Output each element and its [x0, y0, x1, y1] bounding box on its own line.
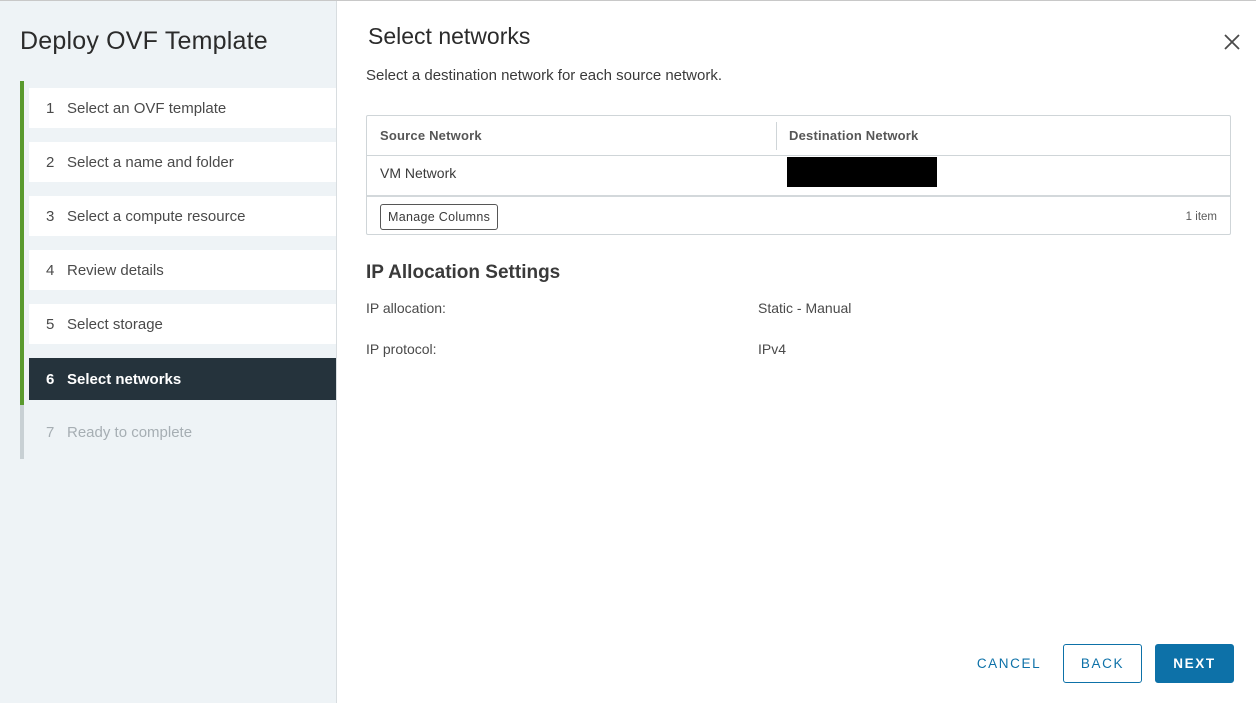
close-icon[interactable]: [1221, 31, 1243, 53]
step-label: Select an OVF template: [67, 99, 227, 117]
network-datagrid: Source Network Destination Network VM Ne…: [366, 115, 1231, 235]
column-header-destination-network[interactable]: Destination Network: [789, 128, 918, 143]
datagrid-footer: Manage Columns 1 item: [367, 199, 1230, 235]
step-number: 3: [46, 207, 55, 225]
cancel-button[interactable]: CANCEL: [968, 644, 1050, 683]
step-card[interactable]: 6 Select networks: [29, 358, 336, 400]
ip-allocation-value: Static - Manual: [758, 300, 852, 316]
step-ready-to-complete: 7 Ready to complete: [20, 405, 336, 459]
ip-protocol-value: IPv4: [758, 341, 787, 357]
step-select-ovf-template[interactable]: 1 Select an OVF template: [20, 81, 336, 135]
step-number: 4: [46, 261, 55, 279]
ip-allocation-label: IP allocation:: [366, 300, 446, 316]
step-card[interactable]: 1 Select an OVF template: [29, 88, 336, 128]
step-progress-bar: [20, 81, 24, 135]
step-label: Select networks: [67, 370, 182, 388]
next-button[interactable]: NEXT: [1155, 644, 1234, 683]
source-network-cell: VM Network: [380, 165, 457, 181]
step-number: 7: [46, 423, 55, 441]
step-progress-bar: [20, 189, 24, 243]
step-card: 7 Ready to complete: [29, 412, 336, 452]
step-card[interactable]: 4 Review details: [29, 250, 336, 290]
step-progress-bar: [20, 405, 24, 459]
step-label: Select a name and folder: [67, 153, 234, 171]
item-count: 1 item: [1185, 211, 1217, 223]
step-label: Ready to complete: [67, 423, 193, 441]
manage-columns-button[interactable]: Manage Columns: [380, 204, 499, 230]
close-button[interactable]: [1221, 31, 1243, 53]
datagrid-header: Source Network Destination Network: [367, 116, 1230, 156]
wizard-content: Select networks Select a destination net…: [337, 1, 1256, 703]
step-select-name-folder[interactable]: 2 Select a name and folder: [20, 135, 336, 189]
page-title: Select networks: [368, 23, 531, 49]
step-select-storage[interactable]: 5 Select storage: [20, 297, 336, 351]
step-card[interactable]: 3 Select a compute resource: [29, 196, 336, 236]
step-review-details[interactable]: 4 Review details: [20, 243, 336, 297]
step-progress-bar: [20, 135, 24, 189]
step-label: Select a compute resource: [67, 207, 246, 225]
step-number: 6: [46, 370, 55, 388]
ip-allocation-settings-title: IP Allocation Settings: [366, 262, 561, 283]
step-progress-bar: [20, 243, 24, 297]
step-number: 5: [46, 315, 55, 333]
step-progress-bar: [20, 351, 24, 405]
step-select-networks[interactable]: 6 Select networks: [20, 351, 336, 405]
step-select-compute-resource[interactable]: 3 Select a compute resource: [20, 189, 336, 243]
step-number: 2: [46, 153, 55, 171]
step-number: 1: [46, 99, 55, 117]
column-header-source-network[interactable]: Source Network: [380, 128, 482, 143]
destination-network-select-redacted[interactable]: [787, 157, 937, 187]
wizard-steps: 1 Select an OVF template 2 Select a name…: [20, 81, 336, 459]
page-subtitle: Select a destination network for each so…: [366, 67, 723, 84]
step-card[interactable]: 2 Select a name and folder: [29, 142, 336, 182]
column-separator[interactable]: [776, 122, 777, 150]
ip-protocol-label: IP protocol:: [366, 341, 437, 357]
step-card[interactable]: 5 Select storage: [29, 304, 336, 344]
step-label: Review details: [67, 261, 164, 279]
back-button[interactable]: BACK: [1063, 644, 1142, 683]
table-row: VM Network: [367, 156, 1230, 197]
wizard-title: Deploy OVF Template: [20, 27, 268, 55]
step-progress-bar: [20, 297, 24, 351]
wizard-sidebar: Deploy OVF Template 1 Select an OVF temp…: [0, 1, 337, 703]
step-label: Select storage: [67, 315, 163, 333]
